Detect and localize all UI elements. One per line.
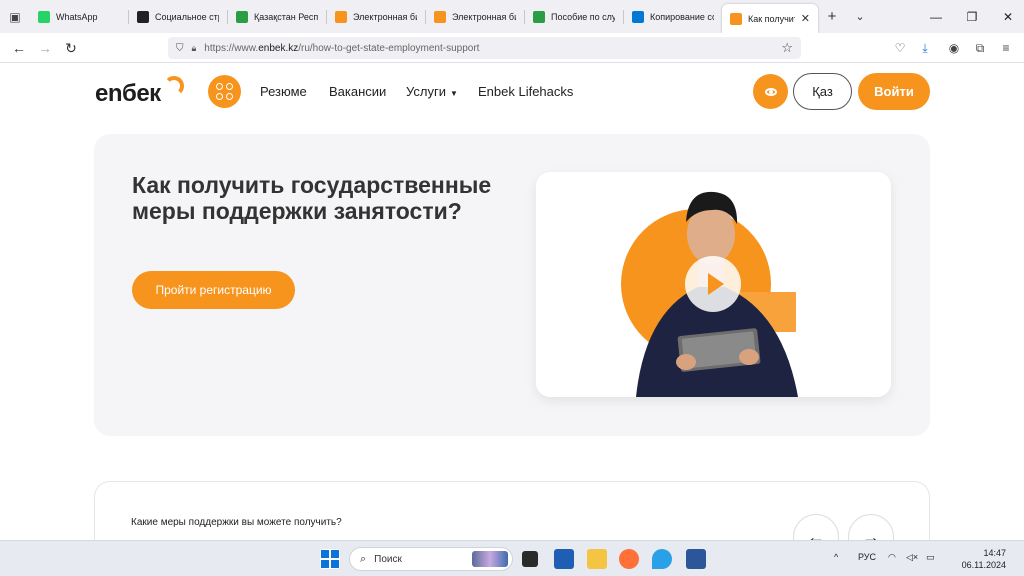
nav-link-vacancies[interactable]: Вакансии <box>329 84 386 99</box>
firefox-icon[interactable] <box>619 549 639 569</box>
forward-arrow-icon[interactable]: → <box>34 37 56 59</box>
language-button[interactable]: Қаз <box>793 73 852 110</box>
microsoft-icon <box>632 10 644 23</box>
wifi-icon[interactable]: ◠ <box>888 552 896 563</box>
kp-icon <box>137 10 149 23</box>
caret-down-icon: ▼ <box>449 89 458 98</box>
arrow-right-icon: → <box>862 526 880 541</box>
browser-tab[interactable]: Копирование со <box>624 0 722 33</box>
eye-icon <box>764 87 777 96</box>
enbek-icon <box>434 10 446 23</box>
lock-icon[interactable]: 🔒︎ <box>192 43 197 54</box>
accessibility-eye-button[interactable] <box>753 74 788 109</box>
battery-icon[interactable]: ▭ <box>926 552 935 563</box>
browser-tab[interactable]: Электронная би <box>327 0 425 33</box>
video-card[interactable] <box>536 172 891 397</box>
downloads-icon[interactable]: ⤓ <box>915 38 935 58</box>
tabs-container: WhatsApp Социальное стр Қазақстан Респ Элек… <box>30 0 818 33</box>
browser-tab[interactable]: Пособие по слу <box>525 0 623 33</box>
browser-tab[interactable]: Как получить ✕ <box>722 4 818 33</box>
web-page: enбек Резюме Вакансии Услуги ▼ Enbek Life… <box>0 64 1024 540</box>
task-view-icon[interactable] <box>522 551 538 567</box>
tab-overflow-chevron-icon[interactable]: ⌄ <box>846 10 874 23</box>
account-icon[interactable]: ◉ <box>944 38 964 58</box>
play-icon <box>707 273 724 295</box>
enbek-icon <box>730 12 742 25</box>
taskbar-search[interactable]: ⌕ Поиск <box>349 547 513 571</box>
windows-taskbar: ⌕ Поиск ^ РУС ◠ ◁× ▭ 14:47 06.11.2024 <box>0 540 1024 576</box>
play-button[interactable] <box>685 256 741 312</box>
arrow-left-icon: ← <box>807 526 825 541</box>
support-measures-card: Какие меры поддержки вы можете получить?… <box>94 481 930 540</box>
nav-link-services[interactable]: Услуги ▼ <box>406 84 458 99</box>
hero-section: Как получить государственные меры поддер… <box>94 134 930 436</box>
egov-icon <box>533 10 545 23</box>
browser-tab[interactable]: Электронная би <box>426 0 524 33</box>
file-explorer-icon[interactable] <box>587 549 607 569</box>
search-icon: ⌕ <box>360 552 367 565</box>
tab-title: WhatsApp <box>56 11 98 22</box>
close-window-icon[interactable]: ✕ <box>986 0 1024 33</box>
tab-title: Электронная би <box>452 11 516 22</box>
support-question: Какие меры поддержки вы можете получить? <box>131 517 342 528</box>
back-arrow-icon[interactable]: ← <box>8 37 30 59</box>
services-menu-button[interactable] <box>208 75 241 108</box>
reload-icon[interactable]: ↻ <box>60 37 82 59</box>
browser-tab[interactable]: Қазақстан Респ <box>228 0 326 33</box>
tab-strip: ▣ WhatsApp Социальное стр Қазақстан Респ Эл… <box>0 0 1024 33</box>
page-title: Как получить государственные меры поддер… <box>132 172 492 224</box>
grid-icon <box>216 83 233 100</box>
bookmark-star-icon[interactable]: ☆ <box>781 40 793 56</box>
browser-tab[interactable]: WhatsApp <box>30 0 128 33</box>
login-button[interactable]: Войти <box>858 73 930 110</box>
maps-pin-icon[interactable] <box>652 549 672 569</box>
tab-title: Социальное стр <box>155 11 219 22</box>
clock-date: 06.11.2024 <box>961 560 1006 570</box>
new-tab-button[interactable]: + <box>818 8 846 25</box>
tray-chevron-icon[interactable]: ^ <box>834 552 838 562</box>
register-button[interactable]: Пройти регистрацию <box>132 271 295 309</box>
address-bar[interactable]: ⛉ 🔒︎ https://www.enbek.kz/ru/how-to-get-… <box>168 37 801 59</box>
nav-link-lifehacks[interactable]: Enbek Lifehacks <box>478 84 573 99</box>
shield-icon[interactable]: ⛉ <box>176 43 184 54</box>
clock-time: 14:47 <box>983 548 1006 558</box>
carousel-next-button[interactable]: → <box>848 514 894 540</box>
search-highlight-image <box>472 551 508 567</box>
tab-list-icon[interactable]: ▣ <box>0 0 30 33</box>
carousel-prev-button[interactable]: ← <box>793 514 839 540</box>
egov-icon <box>236 10 248 23</box>
browser-tab[interactable]: Социальное стр <box>129 0 227 33</box>
enbek-icon <box>335 10 347 23</box>
whatsapp-icon <box>38 10 50 23</box>
tab-title: Электронная би <box>353 11 417 22</box>
url-text[interactable]: https://www.enbek.kz/ru/how-to-get-state… <box>204 43 479 54</box>
extensions-icon[interactable]: ⧉ <box>970 38 990 58</box>
close-tab-icon[interactable]: ✕ <box>801 12 810 25</box>
nav-link-resume[interactable]: Резюме <box>260 84 307 99</box>
menu-hamburger-icon[interactable]: ≡ <box>996 38 1016 58</box>
logo-arc-icon <box>164 76 184 96</box>
tab-title: Копирование со <box>650 11 714 22</box>
tab-title: Пособие по слу <box>551 11 615 22</box>
word-icon[interactable] <box>686 549 706 569</box>
tab-title: Қазақстан Респ <box>254 11 318 22</box>
navigation-bar: ← → ↻ ⛉ 🔒︎ https://www.enbek.kz/ru/how-t… <box>0 33 1024 63</box>
language-indicator[interactable]: РУС <box>858 552 876 562</box>
tab-title: Как получить <box>748 13 795 24</box>
pocket-icon[interactable]: ♡ <box>890 38 910 58</box>
windows-start-icon[interactable] <box>320 549 340 569</box>
taskbar-clock[interactable]: 14:47 06.11.2024 <box>946 547 1006 571</box>
store-icon[interactable] <box>554 549 574 569</box>
enbek-logo[interactable]: enбек <box>95 80 161 108</box>
search-placeholder: Поиск <box>374 553 402 565</box>
volume-muted-icon[interactable]: ◁× <box>906 552 918 563</box>
